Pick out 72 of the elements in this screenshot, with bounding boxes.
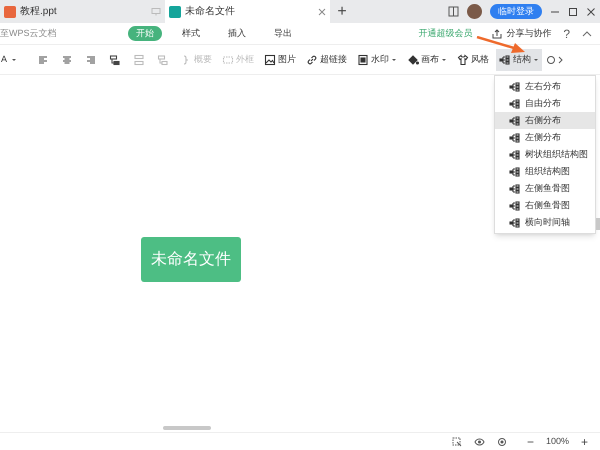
toolbar-button[interactable]: 结构 <box>496 48 542 70</box>
toolbar-button[interactable]: 超链接 <box>303 48 350 70</box>
structure-icon <box>509 166 521 178</box>
sidebar-icon[interactable] <box>448 6 459 17</box>
structure-icon <box>509 216 521 228</box>
image-icon <box>264 54 276 66</box>
presentation-icon <box>4 6 16 18</box>
tab-title: 未命名文件 <box>185 4 235 19</box>
toolbar-button[interactable]: 风格 <box>454 48 492 70</box>
caret-icon <box>533 56 540 62</box>
node-icon <box>109 54 122 66</box>
login-button[interactable]: 临时登录 <box>490 4 542 19</box>
new-tab-button[interactable]: + <box>330 0 354 23</box>
vertical-scrollbar[interactable] <box>596 218 600 230</box>
paint-bucket-icon <box>407 54 420 66</box>
zoom-level: 100% <box>546 434 569 448</box>
help-button[interactable]: ? <box>563 24 570 42</box>
structure-icon <box>509 114 521 126</box>
shirt-icon <box>457 54 470 66</box>
font-color-button[interactable]: A <box>0 52 18 66</box>
toolbar-button[interactable]: 画布 <box>404 48 450 70</box>
menu-item[interactable]: 右侧分布 <box>495 112 595 129</box>
align-right-icon <box>85 54 98 66</box>
structure-icon <box>509 182 521 194</box>
caret-icon <box>11 56 18 62</box>
menu-item[interactable]: 组织结构图 <box>495 163 595 180</box>
toolbar-button[interactable]: 水印 <box>354 48 400 70</box>
node-icon <box>157 54 170 66</box>
zoom-in-button[interactable]: + <box>580 432 588 450</box>
menu-tab[interactable]: 样式 <box>174 26 208 41</box>
menu-item[interactable]: 左侧鱼骨图 <box>495 180 595 197</box>
locate-icon[interactable] <box>496 436 507 446</box>
structure-icon <box>509 132 521 144</box>
share-icon <box>492 28 502 38</box>
menu-item[interactable]: 右侧鱼骨图 <box>495 197 595 214</box>
annotation-arrow <box>476 36 526 54</box>
align-left-icon <box>37 54 50 66</box>
select-icon[interactable] <box>452 436 462 446</box>
structure-icon <box>509 98 521 110</box>
collapse-icon[interactable] <box>582 28 592 38</box>
structure-icon <box>509 200 521 212</box>
menu-item[interactable]: 自由分布 <box>495 95 595 112</box>
avatar[interactable] <box>467 4 482 19</box>
menu-tab[interactable]: 导出 <box>266 26 300 41</box>
node-icon <box>133 54 146 66</box>
menu-item[interactable]: 横向时间轴 <box>495 214 595 231</box>
more-icon[interactable] <box>546 54 564 64</box>
menu-tab[interactable]: 插入 <box>220 26 254 41</box>
document-tab[interactable]: 未命名文件 <box>165 0 330 23</box>
structure-icon <box>509 148 521 160</box>
horizontal-scrollbar[interactable] <box>163 426 211 430</box>
zoom-out-button[interactable]: − <box>526 432 534 450</box>
cloud-save-text[interactable]: 至WPS云文档 <box>0 26 128 40</box>
align-center-icon <box>61 54 74 66</box>
structure-icon <box>509 80 521 92</box>
close-icon[interactable] <box>318 8 326 16</box>
mindmap-icon <box>169 6 181 18</box>
share-button[interactable]: 分享与协作 <box>492 26 552 40</box>
frame-icon <box>222 54 234 66</box>
structure-icon <box>499 54 512 66</box>
caret-icon <box>391 56 398 62</box>
menu-item[interactable]: 左右分布 <box>495 78 595 95</box>
link-icon <box>306 54 318 66</box>
tab-title: 教程.ppt <box>20 5 57 19</box>
eye-icon[interactable] <box>474 436 485 446</box>
menu-item[interactable]: 左侧分布 <box>495 129 595 146</box>
caret-icon <box>441 56 448 62</box>
close-icon[interactable] <box>586 6 596 16</box>
toolbar-button[interactable]: 图片 <box>261 48 300 70</box>
maximize-icon[interactable] <box>568 6 578 16</box>
menu-item[interactable]: 树状组织结构图 <box>495 146 595 163</box>
stamp-icon <box>357 54 370 66</box>
